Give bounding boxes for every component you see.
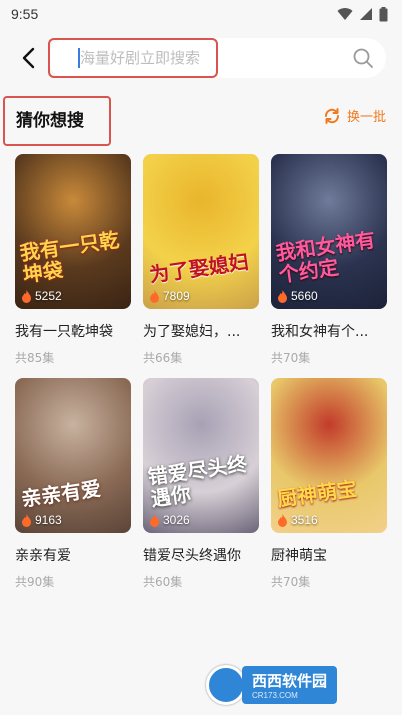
wifi-icon (337, 8, 353, 20)
heat-value: 3516 (291, 513, 318, 527)
heat-count: 5252 (21, 289, 62, 303)
refresh-icon (324, 107, 339, 124)
drama-title[interactable]: 错爱尽头终遇你 (143, 545, 259, 565)
drama-card[interactable]: 厨神萌宝 3516 厨神萌宝 共70集 (271, 378, 387, 602)
search-input[interactable] (80, 48, 280, 68)
episode-count: 共90集 (15, 575, 55, 589)
flame-icon (22, 513, 31, 527)
poster-title-art: 为了娶媳妇 (147, 249, 251, 288)
battery-icon (379, 6, 388, 21)
status-time: 9:55 (11, 6, 39, 22)
search-icon[interactable] (352, 47, 374, 69)
poster-title-art: 厨神萌宝 (275, 476, 359, 512)
drama-poster[interactable]: 错爱尽头终遇你 3026 (143, 378, 259, 533)
drama-poster[interactable]: 亲亲有爱 9163 (15, 378, 131, 533)
heat-value: 5660 (291, 289, 318, 303)
heat-count: 3026 (149, 513, 190, 527)
flame-icon (150, 513, 159, 527)
drama-title[interactable]: 为了娶媳妇，... (143, 321, 259, 341)
episode-count: 共66集 (143, 351, 183, 365)
drama-poster[interactable]: 我和女神有个约定 5660 (271, 154, 387, 309)
poster-title-art: 错爱尽头终遇你 (146, 451, 249, 512)
drama-grid: 我有一只乾坤袋 5252 我有一只乾坤袋 共85集 为了娶媳妇 7809 为了娶… (15, 154, 387, 602)
search-header (0, 34, 402, 82)
flame-icon (278, 513, 287, 527)
drama-poster[interactable]: 厨神萌宝 3516 (271, 378, 387, 533)
poster-title-art: 亲亲有爱 (19, 476, 103, 512)
drama-card[interactable]: 我有一只乾坤袋 5252 我有一只乾坤袋 共85集 (15, 154, 131, 378)
heat-value: 3026 (163, 513, 190, 527)
heat-value: 7809 (163, 289, 190, 303)
site-watermark: 西西软件园 CR173.COM (206, 664, 386, 706)
watermark-text: 西西软件园 CR173.COM (242, 666, 338, 704)
poster-title-art: 我和女神有个约定 (274, 227, 377, 288)
refresh-label: 换一批 (346, 110, 386, 125)
drama-title[interactable]: 厨神萌宝 (271, 545, 387, 565)
watermark-logo (206, 665, 246, 705)
refresh-button[interactable]: 换一批 (323, 106, 386, 125)
heat-value: 5252 (35, 289, 62, 303)
drama-title[interactable]: 我和女神有个... (271, 321, 387, 341)
heat-count: 7809 (149, 289, 190, 303)
flame-icon (22, 289, 31, 303)
flame-icon (150, 289, 159, 303)
poster-title-art: 我有一只乾坤袋 (18, 227, 121, 288)
status-bar: 9:55 (0, 0, 402, 28)
episode-count: 共85集 (15, 351, 55, 365)
drama-poster[interactable]: 我有一只乾坤袋 5252 (15, 154, 131, 309)
drama-card[interactable]: 我和女神有个约定 5660 我和女神有个... 共70集 (271, 154, 387, 378)
signal-icon (360, 8, 372, 20)
chevron-left-icon (22, 47, 35, 69)
drama-card[interactable]: 错爱尽头终遇你 3026 错爱尽头终遇你 共60集 (143, 378, 259, 602)
flame-icon (278, 289, 287, 303)
section-title: 猜你想搜 (16, 111, 84, 131)
watermark-name: 西西软件园 (252, 672, 328, 690)
drama-card[interactable]: 为了娶媳妇 7809 为了娶媳妇，... 共66集 (143, 154, 259, 378)
heat-count: 3516 (277, 513, 318, 527)
search-box[interactable] (48, 38, 386, 78)
watermark-url: CR173.COM (252, 691, 298, 700)
drama-title[interactable]: 亲亲有爱 (15, 545, 131, 565)
back-button[interactable] (14, 44, 42, 72)
drama-title[interactable]: 我有一只乾坤袋 (15, 321, 131, 341)
status-icons (337, 6, 388, 22)
episode-count: 共60集 (143, 575, 183, 589)
suggestions-header: 猜你想搜 换一批 (0, 94, 402, 146)
episode-count: 共70集 (271, 351, 311, 365)
heat-count: 5660 (277, 289, 318, 303)
episode-count: 共70集 (271, 575, 311, 589)
drama-poster[interactable]: 为了娶媳妇 7809 (143, 154, 259, 309)
drama-card[interactable]: 亲亲有爱 9163 亲亲有爱 共90集 (15, 378, 131, 602)
heat-count: 9163 (21, 513, 62, 527)
heat-value: 9163 (35, 513, 62, 527)
